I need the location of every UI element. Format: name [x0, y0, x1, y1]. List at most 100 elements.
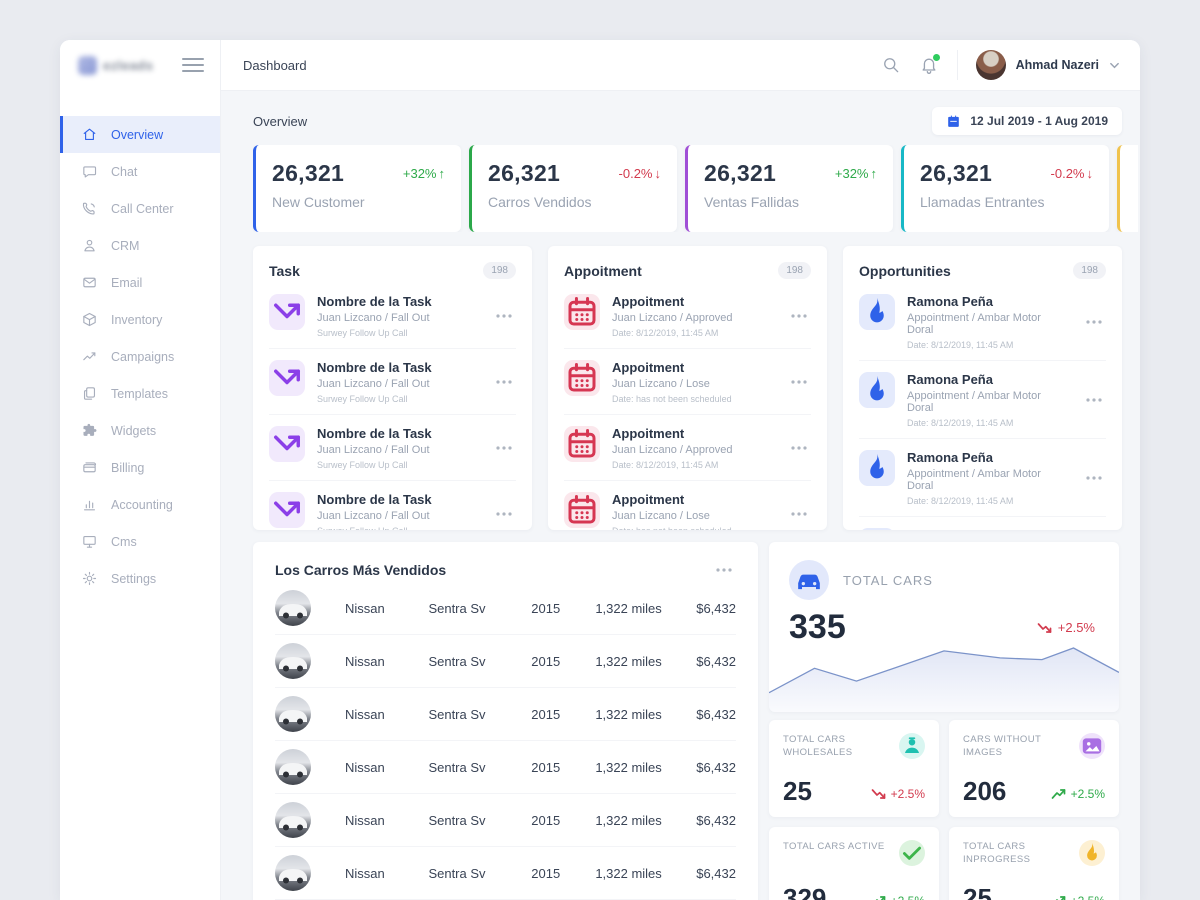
- stat-value: 26,321: [704, 160, 776, 187]
- mini-card-trend: +2.5%: [1051, 894, 1105, 900]
- date-range-picker[interactable]: 12 Jul 2019 - 1 Aug 2019: [932, 107, 1122, 135]
- sidebar-item-accounting[interactable]: Accounting: [60, 486, 220, 523]
- sidebar-nav: Overview Chat Call Center CRM: [60, 116, 220, 597]
- more-options-button[interactable]: [787, 442, 811, 454]
- car-year: 2015: [531, 707, 595, 722]
- sidebar-item-widgets[interactable]: Widgets: [60, 412, 220, 449]
- more-options-button[interactable]: [492, 376, 516, 388]
- sidebar-item-crm[interactable]: CRM: [60, 227, 220, 264]
- stat-trend: +32%↑: [403, 166, 445, 181]
- flame-icon: [859, 372, 895, 408]
- appointment-item: Appoitment Juan Lizcano / Lose Date: has…: [564, 480, 811, 530]
- task-panel: Task 198 Nombre de la Task Juan Lizca: [253, 246, 532, 530]
- flame-icon: [859, 528, 895, 530]
- stat-card: 26,321 -0.2%↓ Carros Vendidos: [469, 145, 677, 232]
- mini-card-value: 206: [963, 778, 1006, 804]
- car-year: 2015: [531, 866, 595, 881]
- sidebar-item-campaigns[interactable]: Campaigns: [60, 338, 220, 375]
- stat-value: 26,321: [488, 160, 560, 187]
- menu-toggle-icon[interactable]: [182, 58, 204, 72]
- car-make: Nissan: [345, 707, 428, 722]
- more-options-button[interactable]: [787, 508, 811, 520]
- app-logo: ezleads: [78, 56, 153, 75]
- main-area: Dashboard Ahmad Nazeri: [221, 40, 1140, 900]
- panel-title: Opportunities: [859, 263, 951, 279]
- more-options-button[interactable]: [492, 442, 516, 454]
- search-button[interactable]: [881, 55, 901, 75]
- more-options-button[interactable]: [492, 310, 516, 322]
- count-badge: 198: [483, 262, 516, 279]
- sidebar-item-call-center[interactable]: Call Center: [60, 190, 220, 227]
- puzzle-icon: [81, 422, 98, 439]
- more-options-button[interactable]: [712, 564, 736, 576]
- task-arrow-icon: [269, 426, 305, 462]
- mini-card-label: TOTAL CARS WHOLESALES: [783, 733, 897, 760]
- sidebar-item-templates[interactable]: Templates: [60, 375, 220, 412]
- mini-card-label: TOTAL CARS INPROGRESS: [963, 840, 1077, 867]
- appointment-item: Appoitment Juan Lizcano / Approved Date:…: [564, 414, 811, 480]
- more-options-button[interactable]: [492, 508, 516, 520]
- sidebar-item-billing[interactable]: Billing: [60, 449, 220, 486]
- more-options-button[interactable]: [1082, 394, 1106, 406]
- user-name: Ahmad Nazeri: [1016, 58, 1099, 72]
- task-arrow-icon: [269, 360, 305, 396]
- monitor-icon: [81, 533, 98, 550]
- car-model: Sentra Sv: [428, 813, 531, 828]
- content: Overview 12 Jul 2019 - 1 Aug 2019 26,321: [221, 91, 1140, 900]
- mini-stat-card: TOTAL CARS WHOLESALES 25 +2.5%: [769, 720, 939, 817]
- more-options-button[interactable]: [787, 310, 811, 322]
- stat-value: 26,321: [920, 160, 992, 187]
- mini-stat-card: TOTAL CARS INPROGRESS 25 +2.5%: [949, 827, 1119, 900]
- sidebar: ezleads Overview Chat: [60, 40, 221, 900]
- task-item: Nombre de la Task Juan Lizcano / Fall Ou…: [269, 348, 516, 414]
- flame-icon: [859, 450, 895, 486]
- opportunity-item: Ramona Peña Appointment / Ambar Motor Do…: [859, 360, 1106, 438]
- task-arrow-icon: [269, 492, 305, 528]
- sidebar-item-email[interactable]: Email: [60, 264, 220, 301]
- chat-icon: [81, 163, 98, 180]
- car-mileage: 1,322 miles: [595, 813, 696, 828]
- trend-arrow-icon: ↑: [439, 166, 446, 181]
- notification-dot: [933, 54, 940, 61]
- more-options-button[interactable]: [787, 376, 811, 388]
- car-photo: [275, 643, 311, 679]
- mini-card-value: 25: [783, 778, 812, 804]
- sidebar-item-overview[interactable]: Overview: [60, 116, 220, 153]
- total-cars-trend: +2.5%: [1037, 620, 1095, 635]
- stat-trend: +32%↑: [835, 166, 877, 181]
- total-cars-card: TOTAL CARS 335 +2.5%: [769, 542, 1119, 712]
- user-menu[interactable]: Ahmad Nazeri: [976, 50, 1120, 80]
- flame-icon: [859, 294, 895, 330]
- mini-card-trend: +2.5%: [871, 894, 925, 900]
- more-options-button[interactable]: [1082, 316, 1106, 328]
- top-selling-cars-card: Los Carros Más Vendidos Nissan Sentra Sv: [253, 542, 758, 900]
- mini-cards-grid: TOTAL CARS WHOLESALES 25 +2.5%: [769, 720, 1119, 900]
- topbar: Dashboard Ahmad Nazeri: [221, 40, 1140, 91]
- notifications-button[interactable]: [919, 55, 939, 75]
- car-model: Sentra Sv: [428, 760, 531, 775]
- sidebar-item-settings[interactable]: Settings: [60, 560, 220, 597]
- car-year: 2015: [531, 760, 595, 775]
- sidebar-item-cms[interactable]: Cms: [60, 523, 220, 560]
- box-icon: [81, 311, 98, 328]
- section-title: Overview: [253, 114, 307, 129]
- overview-row: Overview 12 Jul 2019 - 1 Aug 2019: [253, 107, 1122, 135]
- count-badge: 198: [778, 262, 811, 279]
- page-title: Dashboard: [243, 58, 307, 73]
- car-price: $6,432: [696, 866, 736, 881]
- more-options-button[interactable]: [1082, 472, 1106, 484]
- car-mileage: 1,322 miles: [595, 707, 696, 722]
- opportunity-item: Ramona Peña Appointment / Ambar Motor Do…: [859, 283, 1106, 360]
- opportunity-item: Ramona Peña Appointment / Ambar Motor Do…: [859, 516, 1106, 530]
- appointment-item: Appoitment Juan Lizcano / Lose Date: has…: [564, 348, 811, 414]
- logo-mark-icon: [78, 56, 97, 75]
- car-photo: [275, 696, 311, 732]
- car-mileage: 1,322 miles: [595, 760, 696, 775]
- sidebar-item-inventory[interactable]: Inventory: [60, 301, 220, 338]
- stat-card: [1117, 145, 1138, 232]
- car-mileage: 1,322 miles: [595, 866, 696, 881]
- car-mileage: 1,322 miles: [595, 654, 696, 669]
- opportunities-panel: Opportunities 198 Ramona Peña Appoint: [843, 246, 1122, 530]
- car-mileage: 1,322 miles: [595, 601, 696, 616]
- sidebar-item-chat[interactable]: Chat: [60, 153, 220, 190]
